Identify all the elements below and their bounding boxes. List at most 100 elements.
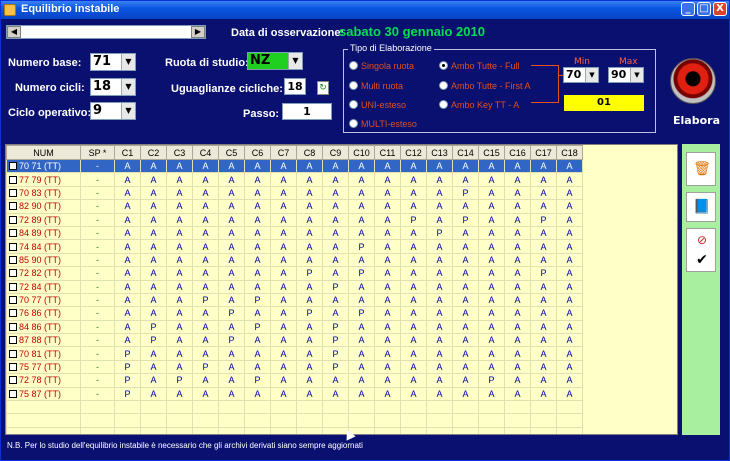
table-row[interactable]: 75 77 (TT) - P A A P A A A A P A A A A A A A A A xyxy=(6,359,583,375)
row-checkbox[interactable] xyxy=(9,188,17,197)
refresh-icon[interactable]: ↻ xyxy=(317,81,329,95)
row-checkbox[interactable] xyxy=(9,322,17,331)
column-header[interactable]: SP * xyxy=(80,145,115,160)
num-cell[interactable]: 84 86 (TT) xyxy=(6,319,81,335)
elabora-icon[interactable] xyxy=(670,58,716,104)
column-header[interactable]: C14 xyxy=(452,145,479,160)
elabora-label[interactable]: Elabora xyxy=(673,114,720,127)
column-header[interactable]: C7 xyxy=(270,145,297,160)
trash-button[interactable]: 🗑 xyxy=(686,152,716,186)
chevron-down-icon[interactable]: ▼ xyxy=(121,54,135,70)
column-header[interactable]: C12 xyxy=(400,145,427,160)
chevron-down-icon[interactable]: ▼ xyxy=(121,79,135,95)
column-header[interactable]: C15 xyxy=(478,145,505,160)
table-row[interactable]: 74 84 (TT) - A A A A A A A A A P A A A A A A A A xyxy=(6,239,583,254)
num-cell[interactable]: 70 71 (TT) xyxy=(6,158,81,174)
chevron-down-icon[interactable]: ▼ xyxy=(630,68,643,82)
radio-multi-esteso[interactable]: MULTI-esteso xyxy=(349,119,417,129)
num-cell[interactable]: 72 84 (TT) xyxy=(6,279,81,294)
scroll-right-icon[interactable]: ▶ xyxy=(191,26,205,38)
num-cell[interactable]: 70 83 (TT) xyxy=(6,185,81,201)
row-checkbox[interactable] xyxy=(9,215,17,224)
row-checkbox[interactable] xyxy=(9,363,17,372)
num-cell[interactable]: 70 77 (TT) xyxy=(6,292,81,308)
column-header[interactable]: C2 xyxy=(140,145,167,160)
table-row[interactable]: 84 89 (TT) - A A A A A A A A A A A A P A A A A A xyxy=(6,225,583,241)
numero-base-select[interactable]: 71 ▼ xyxy=(90,53,136,71)
ruota-select[interactable]: NZ ▼ xyxy=(247,52,303,70)
row-checkbox[interactable] xyxy=(9,389,17,398)
table-row[interactable]: 84 86 (TT) - A P A A A P A A P A A A A A A A A A xyxy=(6,319,583,335)
num-cell[interactable]: 76 86 (TT) xyxy=(6,306,81,321)
max-select[interactable]: 90 ▼ xyxy=(608,67,644,83)
num-cell[interactable]: 87 88 (TT) xyxy=(6,333,81,348)
column-header[interactable]: C8 xyxy=(296,145,323,160)
num-cell[interactable]: 72 89 (TT) xyxy=(6,212,81,227)
num-cell[interactable]: 75 77 (TT) xyxy=(6,359,81,375)
uguaglianze-field[interactable]: 18 xyxy=(284,78,306,95)
row-checkbox[interactable] xyxy=(9,296,17,305)
column-header[interactable]: C16 xyxy=(504,145,531,160)
table-row[interactable]: 76 86 (TT) - A A A A P A A P A P A A A A A A A A xyxy=(6,306,583,321)
column-header[interactable]: NUM xyxy=(6,145,81,160)
row-checkbox[interactable] xyxy=(9,162,17,171)
table-row[interactable]: 87 88 (TT) - A P A A P A A A P A A A A A A A A A xyxy=(6,333,583,348)
horizontal-scrollbar[interactable]: ◀ ▶ xyxy=(6,25,206,39)
table-row[interactable]: 70 77 (TT) - A A A P A P A A A A A A A A A A A A xyxy=(6,292,583,308)
num-cell[interactable]: 72 78 (TT) xyxy=(6,373,81,388)
column-header[interactable]: C3 xyxy=(166,145,193,160)
table-row[interactable]: 70 83 (TT) - A A A A A A A A A A A A A P A A A A xyxy=(6,185,583,201)
chevron-down-icon[interactable]: ▼ xyxy=(585,68,598,82)
table-row[interactable]: 70 71 (TT) - A A A A A A A A A A A A A A A A A A xyxy=(6,158,583,174)
radio-singola-ruota[interactable]: Singola ruota xyxy=(349,61,414,71)
row-checkbox[interactable] xyxy=(9,229,17,238)
maximize-button[interactable]: □ xyxy=(697,2,711,16)
chevron-down-icon[interactable]: ▼ xyxy=(288,53,302,69)
min-select[interactable]: 70 ▼ xyxy=(563,67,599,83)
column-header[interactable]: C18 xyxy=(556,145,583,160)
check-icon[interactable]: ✔ xyxy=(692,250,712,270)
radio-ambo-first[interactable]: Ambo Tutte - First A xyxy=(439,81,531,91)
row-checkbox[interactable] xyxy=(9,255,17,264)
row-checkbox[interactable] xyxy=(9,202,17,211)
column-header[interactable]: C6 xyxy=(244,145,271,160)
radio-ambo-key[interactable]: Ambo Key TT - A xyxy=(439,100,519,110)
table-row[interactable]: 75 87 (TT) - P A A A A A A A A A A A A A A A A A xyxy=(6,386,583,402)
row-checkbox[interactable] xyxy=(9,349,17,358)
radio-ambo-full[interactable]: Ambo Tutte - Full xyxy=(439,61,520,71)
column-header[interactable]: C17 xyxy=(530,145,557,160)
column-header[interactable]: C11 xyxy=(374,145,401,160)
scroll-left-icon[interactable]: ◀ xyxy=(7,26,21,38)
row-checkbox[interactable] xyxy=(9,282,17,291)
ciclo-operativo-select[interactable]: 9 ▼ xyxy=(90,102,136,120)
book-button[interactable]: 📘 xyxy=(686,192,716,222)
column-header[interactable]: C1 xyxy=(114,145,141,160)
radio-multi-ruota[interactable]: Multi ruota xyxy=(349,81,403,91)
cancel-icon[interactable]: ⊘ xyxy=(692,230,712,250)
results-table[interactable]: NUM SP * C1 C2 C3 C4 C5 C6 C7 C8 C9 C10 C11 C12 C13 C14… xyxy=(5,144,678,435)
row-checkbox[interactable] xyxy=(9,336,17,345)
column-header[interactable]: C4 xyxy=(192,145,219,160)
num-cell[interactable]: 74 84 (TT) xyxy=(6,239,81,254)
table-row[interactable]: 72 82 (TT) - A A A A A A A P A P A A A A A A P A xyxy=(6,266,583,281)
num-cell[interactable]: 85 90 (TT) xyxy=(6,252,81,268)
num-cell[interactable]: 82 90 (TT) xyxy=(6,199,81,214)
column-header[interactable]: C9 xyxy=(322,145,349,160)
row-checkbox[interactable] xyxy=(9,309,17,318)
close-button[interactable]: X xyxy=(713,2,727,16)
table-row[interactable]: 77 79 (TT) - A A A A A A A A A A A A A A A A A A xyxy=(6,172,583,187)
row-checkbox[interactable] xyxy=(9,376,17,385)
row-checkbox[interactable] xyxy=(9,175,17,184)
minimize-button[interactable]: _ xyxy=(681,2,695,16)
table-row[interactable]: 85 90 (TT) - A A A A A A A A A A A A A A A A A A xyxy=(6,252,583,268)
num-cell[interactable]: 72 82 (TT) xyxy=(6,266,81,281)
num-cell[interactable]: 70 81 (TT) xyxy=(6,346,81,361)
table-row[interactable]: 72 84 (TT) - A A A A A A A A P A A A A A A A A A xyxy=(6,279,583,294)
table-row[interactable]: 72 89 (TT) - A A A A A A A A A A A P A P A A P A xyxy=(6,212,583,227)
num-cell[interactable]: 77 79 (TT) xyxy=(6,172,81,187)
row-checkbox[interactable] xyxy=(9,269,17,278)
num-cell[interactable]: 84 89 (TT) xyxy=(6,225,81,241)
table-row[interactable]: 82 90 (TT) - A A A A A A A A A A A A A A A A A A xyxy=(6,199,583,214)
chevron-down-icon[interactable]: ▼ xyxy=(121,103,135,119)
row-checkbox[interactable] xyxy=(9,242,17,251)
